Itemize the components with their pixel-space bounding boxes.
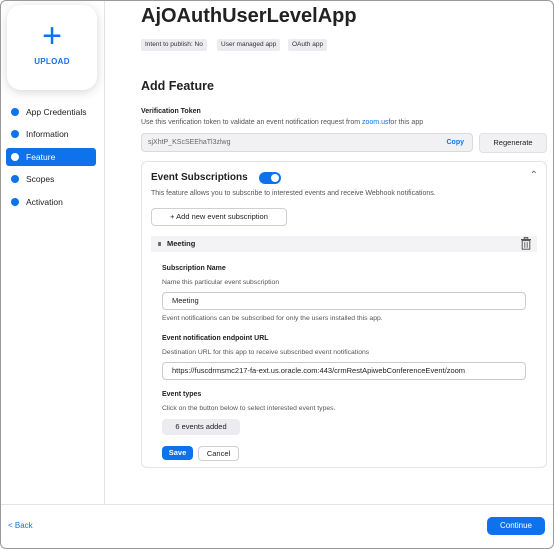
endpoint-url-value: https://fuscdrmsmc217-fa-ext.us.oracle.c… [172,366,466,375]
sidebar: + UPLOAD App Credentials Information Fea… [1,1,105,504]
main-content: AjOAuthUserLevelApp Intent to publish: N… [105,1,553,504]
sidebar-item-label: Activation [26,197,63,207]
verification-token-field: sjXhtP_KScSEEhaTl3zlwg Copy [141,133,473,152]
endpoint-url-input[interactable]: https://fuscdrmsmc217-fa-ext.us.oracle.c… [162,362,526,380]
sidebar-item-feature[interactable]: Feature [6,148,96,166]
event-subscriptions-toggle[interactable] [259,172,281,184]
description-text: Use this verification token to validate … [141,119,363,126]
plus-icon: + [42,17,62,55]
step-dot-icon [11,198,19,206]
step-dot-icon [11,108,19,116]
sidebar-item-scopes[interactable]: Scopes [6,170,96,188]
sidebar-item-information[interactable]: Information [6,125,96,143]
step-dot-icon [11,153,19,161]
description-text: for this app [388,119,424,126]
back-button[interactable]: < Back [8,521,33,530]
event-subscriptions-card: Event Subscriptions ⌃ This feature allow… [141,161,547,468]
sidebar-item-label: Scopes [26,174,55,184]
sidebar-item-label: Feature [26,152,56,162]
footer: < Back Continue [1,504,553,548]
sidebar-item-label: App Credentials [26,107,87,117]
rss-feed-icon: ∎ [157,239,163,248]
endpoint-url-label: Event notification endpoint URL [162,335,269,342]
event-types-label: Event types [162,391,202,398]
tag-user-managed: User managed app [217,39,281,51]
subscription-name-label: Subscription Name [162,265,226,272]
add-event-subscription-button[interactable]: + Add new event subscription [151,208,287,226]
copy-button[interactable]: Copy [447,134,465,151]
trash-icon[interactable] [520,237,532,250]
tag-intent-to-publish: Intent to publish: No [141,39,207,51]
event-types-description: Click on the button below to select inte… [162,405,336,412]
app-window: + UPLOAD App Credentials Information Fea… [0,0,554,549]
subscription-header: ∎ Meeting [151,236,537,252]
upload-button[interactable]: + UPLOAD [7,5,97,90]
continue-button[interactable]: Continue [487,517,545,535]
endpoint-url-description: Destination URL for this app to receive … [162,349,370,356]
sidebar-item-label: Information [26,129,69,139]
step-dot-icon [11,175,19,183]
toggle-knob [271,174,279,182]
event-subscriptions-description: This feature allows you to subscribe to … [151,190,436,197]
chevron-up-icon[interactable]: ⌃ [530,170,538,181]
regenerate-button[interactable]: Regenerate [479,133,547,153]
subscription-header-title: Meeting [167,239,196,248]
events-added-button[interactable]: 6 events added [162,419,240,435]
sidebar-item-activation[interactable]: Activation [6,193,96,211]
zoom-link[interactable]: zoom.us [362,119,388,126]
event-subscriptions-title: Event Subscriptions [151,172,248,183]
page-title: AjOAuthUserLevelApp [141,5,357,27]
subscription-name-input[interactable]: Meeting [162,292,526,310]
token-value: sjXhtP_KScSEEhaTl3zlwg [148,139,231,146]
section-title: Add Feature [141,79,214,93]
verification-token-label: Verification Token [141,108,201,115]
upload-label: UPLOAD [34,57,70,66]
cancel-button[interactable]: Cancel [198,446,239,461]
subscription-name-note: Event notifications can be subscribed fo… [162,315,383,322]
verification-token-description: Use this verification token to validate … [141,119,423,126]
save-button[interactable]: Save [162,446,193,460]
subscription-name-value: Meeting [172,296,199,305]
subscription-name-description: Name this particular event subscription [162,279,280,286]
sidebar-item-app-credentials[interactable]: App Credentials [6,103,96,121]
tag-oauth-app: OAuth app [288,39,328,51]
step-dot-icon [11,130,19,138]
